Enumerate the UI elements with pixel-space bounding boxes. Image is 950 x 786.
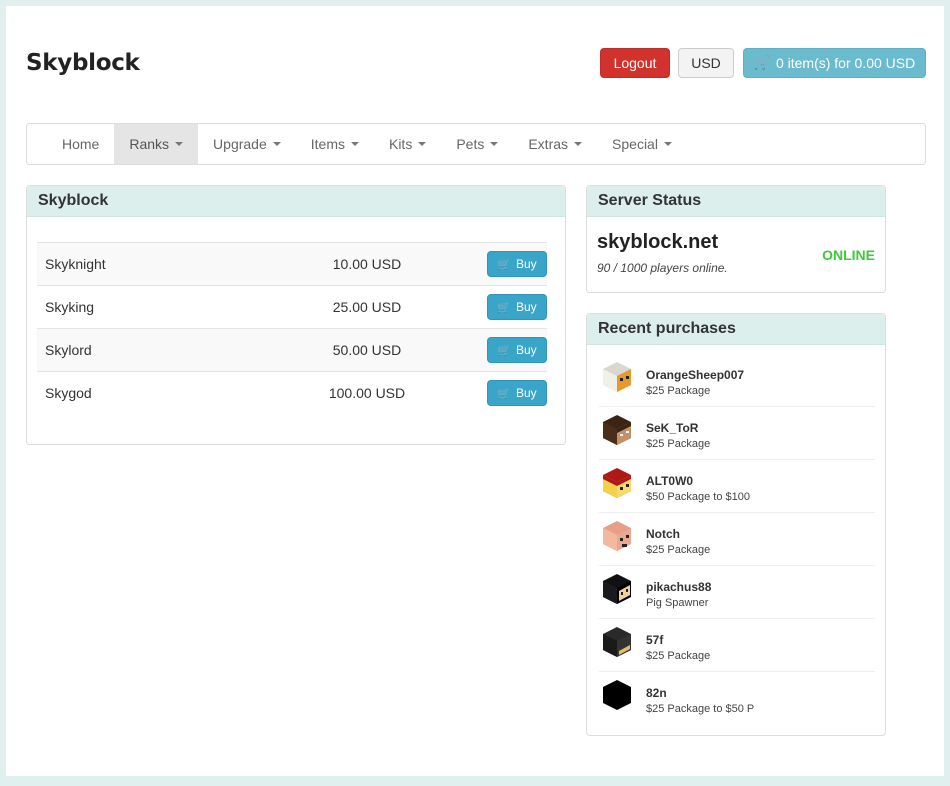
nav-item-home[interactable]: Home	[47, 124, 114, 164]
package-row: Skygod 100.00 USD 🛒 Buy	[37, 371, 547, 414]
status-badge: ONLINE	[822, 247, 875, 263]
buyer-name: ALT0W0	[646, 474, 694, 488]
caret-down-icon	[574, 142, 583, 146]
buyer-name: 57f	[646, 633, 664, 647]
list-item: OrangeSheep007 $25 Package	[599, 354, 875, 407]
cart-icon: 🛒	[753, 55, 770, 70]
package-row: Skyking 25.00 USD 🛒 Buy	[37, 285, 547, 328]
cart-icon: 🛒	[497, 387, 511, 400]
recent-purchases-panel: Recent purchases OrangeSheep007 $25 Pack…	[586, 313, 886, 736]
caret-down-icon	[663, 142, 672, 146]
buyer-name: OrangeSheep007	[646, 368, 745, 382]
server-status-title: Server Status	[587, 186, 885, 217]
package-name: Skygod	[45, 385, 92, 401]
main-nav: Home Ranks Upgrade Items Kits Pets Extra…	[26, 123, 926, 165]
cart-icon: 🛒	[497, 258, 511, 271]
package-name: Skylord	[45, 342, 92, 358]
list-item: pikachus88 Pig Spawner	[599, 566, 875, 619]
nav-item-ranks[interactable]: Ranks	[114, 124, 199, 164]
package-row: Skylord 50.00 USD 🛒 Buy	[37, 328, 547, 371]
caret-down-icon	[490, 142, 499, 146]
nav-label: Extras	[528, 136, 569, 152]
caret-down-icon	[350, 142, 359, 146]
logout-button[interactable]: Logout	[600, 48, 670, 78]
caret-down-icon	[272, 142, 281, 146]
nav-item-upgrade[interactable]: Upgrade	[198, 124, 296, 164]
package-row: Skyknight 10.00 USD 🛒 Buy	[37, 242, 547, 285]
nav-label: Items	[310, 136, 345, 152]
avatar	[603, 680, 631, 710]
packages-table: Skyknight 10.00 USD 🛒 Buy Skyking 25.00 …	[37, 242, 547, 414]
buy-button[interactable]: 🛒 Buy	[487, 337, 547, 363]
nav-label: Upgrade	[213, 136, 267, 152]
buy-button[interactable]: 🛒 Buy	[487, 294, 547, 320]
packages-panel-title: Skyblock	[27, 186, 565, 217]
package-name: Skyknight	[45, 256, 106, 272]
site-brand[interactable]: Skyblock	[26, 50, 140, 76]
cart-icon: 🛒	[497, 301, 511, 314]
package-price: 50.00 USD	[332, 342, 402, 358]
cart-label: 0 item(s) for 0.00 USD	[775, 55, 916, 71]
nav-item-special[interactable]: Special	[597, 124, 687, 164]
avatar	[603, 521, 631, 551]
avatar	[603, 362, 631, 392]
buy-button[interactable]: 🛒 Buy	[487, 380, 547, 406]
buyer-name: Notch	[646, 527, 680, 541]
buyer-package: $50 Package to $100	[646, 491, 750, 503]
buyer-package: Pig Spawner	[646, 597, 709, 609]
currency-button[interactable]: USD	[678, 48, 734, 78]
avatar	[603, 627, 631, 657]
caret-down-icon	[418, 142, 427, 146]
nav-label: Kits	[388, 136, 413, 152]
server-address: skyblock.net	[597, 231, 719, 253]
buyer-package: $25 Package	[646, 385, 711, 397]
buyer-package: $25 Package to $50 P	[646, 703, 755, 715]
page: Skyblock Logout USD 🛒 0 item(s) for 0.00…	[6, 6, 944, 776]
package-price: 100.00 USD	[328, 385, 406, 401]
avatar	[603, 468, 631, 498]
package-name: Skyking	[45, 299, 95, 315]
player-count: 90 / 1000 players online.	[597, 261, 728, 275]
package-price: 10.00 USD	[332, 256, 402, 272]
nav-item-extras[interactable]: Extras	[513, 124, 597, 164]
server-status-panel: Server Status skyblock.net 90 / 1000 pla…	[586, 185, 886, 293]
nav-label: Home	[62, 136, 100, 152]
packages-panel: Skyblock Skyknight 10.00 USD 🛒 Buy Skyki…	[26, 185, 566, 445]
list-item: Notch $25 Package	[599, 513, 875, 566]
cart-button[interactable]: 🛒 0 item(s) for 0.00 USD	[743, 48, 926, 78]
caret-down-icon	[175, 142, 184, 146]
buyer-name: 82n	[646, 686, 667, 700]
nav-item-items[interactable]: Items	[296, 124, 374, 164]
nav-label: Pets	[456, 136, 485, 152]
buy-button[interactable]: 🛒 Buy	[487, 251, 547, 277]
list-item: 82n $25 Package to $50 P	[599, 672, 875, 725]
list-item: 57f $25 Package	[599, 619, 875, 672]
nav-label: Ranks	[129, 136, 170, 152]
buyer-package: $25 Package	[646, 650, 711, 662]
cart-icon: 🛒	[497, 344, 511, 357]
nav-label: Special	[612, 136, 658, 152]
buy-label: Buy	[516, 300, 537, 314]
buyer-package: $25 Package	[646, 544, 711, 556]
buy-label: Buy	[516, 257, 537, 271]
buy-label: Buy	[516, 386, 537, 400]
buyer-name: pikachus88	[646, 580, 712, 594]
buyer-name: SeK_ToR	[646, 421, 699, 435]
nav-item-kits[interactable]: Kits	[374, 124, 441, 164]
buy-label: Buy	[516, 343, 537, 357]
package-price: 25.00 USD	[332, 299, 402, 315]
buyer-package: $25 Package	[646, 438, 711, 450]
list-item: ALT0W0 $50 Package to $100	[599, 460, 875, 513]
nav-item-pets[interactable]: Pets	[441, 124, 513, 164]
avatar	[603, 574, 631, 604]
avatar	[603, 415, 631, 445]
list-item: SeK_ToR $25 Package	[599, 407, 875, 460]
recent-purchases-title: Recent purchases	[587, 314, 885, 345]
